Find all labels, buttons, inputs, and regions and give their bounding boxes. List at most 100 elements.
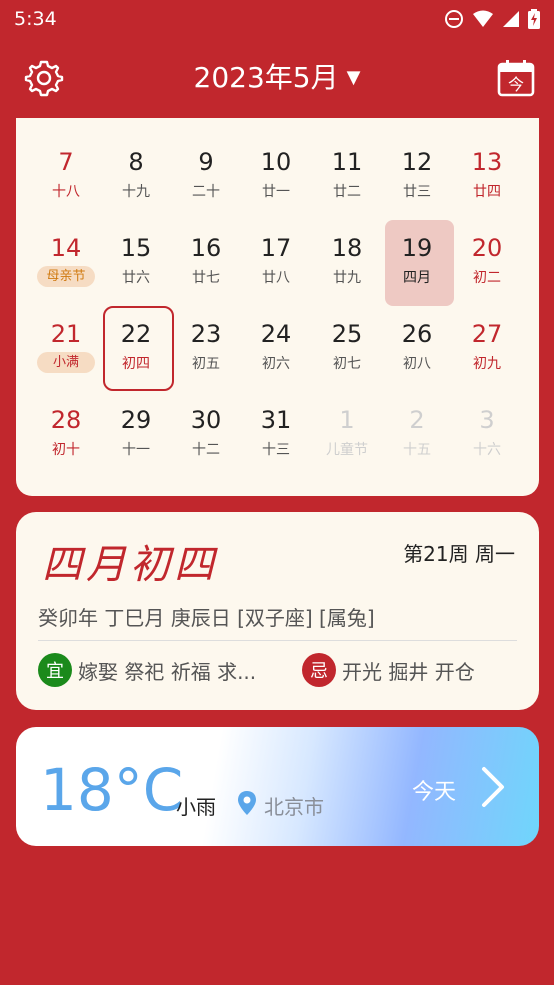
suitable-items: 嫁娶 祭祀 祈福 求... bbox=[78, 659, 257, 684]
lunar-day-label: 初五 bbox=[192, 356, 220, 372]
calendar-day-25[interactable]: 25 初七 bbox=[312, 290, 382, 376]
calendar-day-19[interactable]: 19 四月 bbox=[382, 204, 454, 306]
day-number: 7 bbox=[58, 148, 74, 176]
avoid-badge: 忌 bbox=[302, 653, 336, 687]
calendar-day-31[interactable]: 31 十三 bbox=[241, 376, 311, 462]
calendar-day-21[interactable]: 21 小满 bbox=[31, 290, 101, 376]
lunar-day-label: 十一 bbox=[122, 442, 150, 458]
lunar-day-label: 廿三 bbox=[403, 184, 431, 200]
lunar-day-label: 廿九 bbox=[333, 270, 361, 286]
do-not-disturb-icon bbox=[445, 10, 463, 28]
weather-temperature: 18°C bbox=[40, 756, 184, 824]
status-time: 5:34 bbox=[14, 8, 57, 30]
weather-condition: 小雨 bbox=[176, 795, 216, 819]
lunar-day-label: 十五 bbox=[403, 442, 431, 458]
svg-text:今: 今 bbox=[508, 75, 524, 94]
day-number: 9 bbox=[198, 148, 214, 176]
lunar-date: 四月初四 bbox=[42, 542, 218, 588]
calendar-day-22[interactable]: 22 初四 bbox=[101, 290, 174, 391]
month-selector[interactable]: 2023年5月 ▼ bbox=[0, 58, 554, 98]
calendar-day-29[interactable]: 29 十一 bbox=[101, 376, 171, 462]
caret-down-icon: ▼ bbox=[346, 67, 361, 88]
day-number: 2 bbox=[409, 406, 425, 434]
lunar-day-label: 初四 bbox=[122, 356, 150, 372]
calendar-day-14[interactable]: 14 母亲节 bbox=[31, 204, 101, 290]
day-number: 25 bbox=[331, 320, 363, 348]
calendar-today-icon[interactable]: 今 bbox=[496, 58, 536, 98]
lunar-day-label: 廿七 bbox=[192, 270, 220, 286]
calendar-day-17[interactable]: 17 廿八 bbox=[241, 204, 311, 290]
day-number: 14 bbox=[50, 234, 82, 262]
lunar-day-label: 十六 bbox=[473, 442, 501, 458]
lunar-day-label: 廿一 bbox=[262, 184, 290, 200]
weather-card[interactable]: 18°C 小雨 北京市 今天 bbox=[16, 727, 539, 846]
day-number: 18 bbox=[331, 234, 363, 262]
day-number: 13 bbox=[471, 148, 503, 176]
lunar-day-label: 二十 bbox=[192, 184, 220, 200]
day-number: 16 bbox=[190, 234, 222, 262]
calendar-grid: 7 十八 8 十九 9 二十 10 廿一 11 廿二 12 廿三 13 廿四 14 母亲节 15 廿六 16 廿七 17… bbox=[16, 118, 539, 496]
day-number: 21 bbox=[50, 320, 82, 348]
calendar-day-3[interactable]: 3 十六 bbox=[452, 376, 522, 462]
lunar-day-label: 廿八 bbox=[262, 270, 290, 286]
festival-label: 母亲节 bbox=[37, 266, 95, 287]
calendar-day-11[interactable]: 11 廿二 bbox=[312, 118, 382, 204]
calendar-day-8[interactable]: 8 十九 bbox=[101, 118, 171, 204]
calendar-day-24[interactable]: 24 初六 bbox=[241, 290, 311, 376]
lunar-day-label: 初九 bbox=[473, 356, 501, 372]
lunar-day-label: 廿二 bbox=[333, 184, 361, 200]
day-number: 31 bbox=[260, 406, 292, 434]
suitable-badge: 宜 bbox=[38, 653, 72, 687]
month-title: 2023年5月 bbox=[193, 61, 339, 94]
wifi-icon bbox=[473, 10, 493, 27]
almanac-card[interactable]: 四月初四 第21周 周一 癸卯年 丁巳月 庚辰日 [双子座] [属兔] 宜 嫁娶… bbox=[16, 512, 539, 710]
day-number: 29 bbox=[120, 406, 152, 434]
week-info: 第21周 周一 bbox=[403, 542, 515, 566]
calendar-day-30[interactable]: 30 十二 bbox=[171, 376, 241, 462]
calendar-week-row: 21 小满 22 初四 23 初五 24 初六 25 初七 26 初八 27 初九 bbox=[16, 290, 539, 391]
lunar-day-label: 四月 bbox=[403, 270, 431, 286]
day-number: 24 bbox=[260, 320, 292, 348]
weather-city: 北京市 bbox=[264, 795, 324, 819]
day-number: 30 bbox=[190, 406, 222, 434]
day-number: 10 bbox=[260, 148, 292, 176]
weather-today-label: 今天 bbox=[412, 780, 457, 805]
day-number: 12 bbox=[401, 148, 433, 176]
calendar-day-15[interactable]: 15 廿六 bbox=[101, 204, 171, 290]
calendar-day-20[interactable]: 20 初二 bbox=[452, 204, 522, 290]
lunar-day-label: 廿六 bbox=[122, 270, 150, 286]
solar-term-label: 小满 bbox=[37, 352, 95, 373]
lunar-day-label: 廿四 bbox=[473, 184, 501, 200]
status-bar: 5:34 bbox=[0, 0, 554, 38]
lunar-day-label: 十八 bbox=[52, 184, 80, 200]
calendar-day-13[interactable]: 13 廿四 bbox=[452, 118, 522, 204]
calendar-day-1[interactable]: 1 儿童节 bbox=[312, 376, 382, 462]
day-number: 17 bbox=[260, 234, 292, 262]
day-number: 27 bbox=[471, 320, 503, 348]
day-number: 11 bbox=[331, 148, 363, 176]
calendar-day-28[interactable]: 28 初十 bbox=[31, 376, 101, 462]
day-number: 20 bbox=[471, 234, 503, 262]
calendar-day-23[interactable]: 23 初五 bbox=[171, 290, 241, 376]
day-number: 26 bbox=[401, 320, 433, 348]
lunar-day-label: 初十 bbox=[52, 442, 80, 458]
divider bbox=[38, 640, 517, 641]
avoid-items: 开光 掘井 开仓 bbox=[342, 659, 475, 684]
day-number: 23 bbox=[190, 320, 222, 348]
calendar-day-18[interactable]: 18 廿九 bbox=[312, 204, 382, 290]
lunar-day-label: 初八 bbox=[403, 356, 431, 372]
calendar-day-2[interactable]: 2 十五 bbox=[382, 376, 452, 462]
calendar-day-27[interactable]: 27 初九 bbox=[452, 290, 522, 376]
chevron-right-icon[interactable] bbox=[478, 765, 508, 809]
calendar-day-10[interactable]: 10 廿一 bbox=[241, 118, 311, 204]
day-number: 8 bbox=[128, 148, 144, 176]
calendar-day-26[interactable]: 26 初八 bbox=[382, 290, 452, 376]
signal-icon bbox=[503, 11, 519, 27]
calendar-day-16[interactable]: 16 廿七 bbox=[171, 204, 241, 290]
lunar-day-label: 十二 bbox=[192, 442, 220, 458]
day-number: 1 bbox=[339, 406, 355, 434]
calendar-day-9[interactable]: 9 二十 bbox=[171, 118, 241, 204]
day-number: 19 bbox=[401, 234, 433, 262]
calendar-day-7[interactable]: 7 十八 bbox=[31, 118, 101, 204]
calendar-day-12[interactable]: 12 廿三 bbox=[382, 118, 452, 204]
